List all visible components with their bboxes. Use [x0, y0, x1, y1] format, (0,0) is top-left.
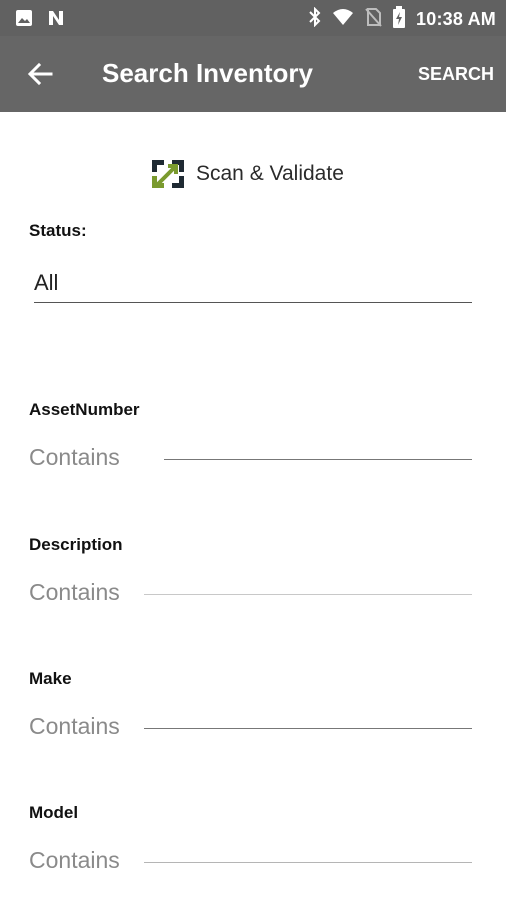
- bluetooth-icon: [308, 6, 322, 32]
- no-sim-icon: [364, 7, 382, 32]
- back-button[interactable]: [24, 58, 56, 90]
- make-label: Make: [29, 669, 72, 688]
- make-underline: [144, 728, 472, 729]
- description-operator: Contains: [29, 579, 120, 605]
- description-underline: [144, 594, 472, 595]
- brand-logo: Scan & Validate: [150, 158, 344, 190]
- notification-n-icon: [46, 8, 66, 33]
- status-select[interactable]: [34, 264, 472, 304]
- asset-number-underline: [164, 459, 472, 460]
- asset-number-label: AssetNumber: [29, 400, 140, 419]
- description-label: Description: [29, 535, 123, 554]
- make-operator: Contains: [29, 713, 120, 739]
- model-operator: Contains: [29, 847, 120, 873]
- search-button[interactable]: SEARCH: [418, 64, 494, 85]
- wifi-icon: [332, 8, 354, 31]
- status-bar: 10:38 AM: [0, 0, 506, 36]
- logo-text: Scan & Validate: [196, 162, 344, 185]
- app-bar: Search Inventory SEARCH: [0, 36, 506, 112]
- arrow-back-icon: [27, 62, 53, 86]
- clock-time: 10:38 AM: [416, 9, 496, 29]
- status-label: Status:: [29, 221, 87, 240]
- status-select-underline: [34, 302, 472, 303]
- model-underline: [144, 862, 472, 863]
- battery-charging-icon: [392, 6, 406, 33]
- scan-validate-logo-icon: [152, 160, 184, 188]
- asset-number-operator: Contains: [29, 444, 120, 470]
- image-icon: [14, 8, 34, 33]
- model-label: Model: [29, 803, 79, 822]
- page-title: Search Inventory: [102, 58, 313, 88]
- status-select-value: All: [34, 270, 59, 295]
